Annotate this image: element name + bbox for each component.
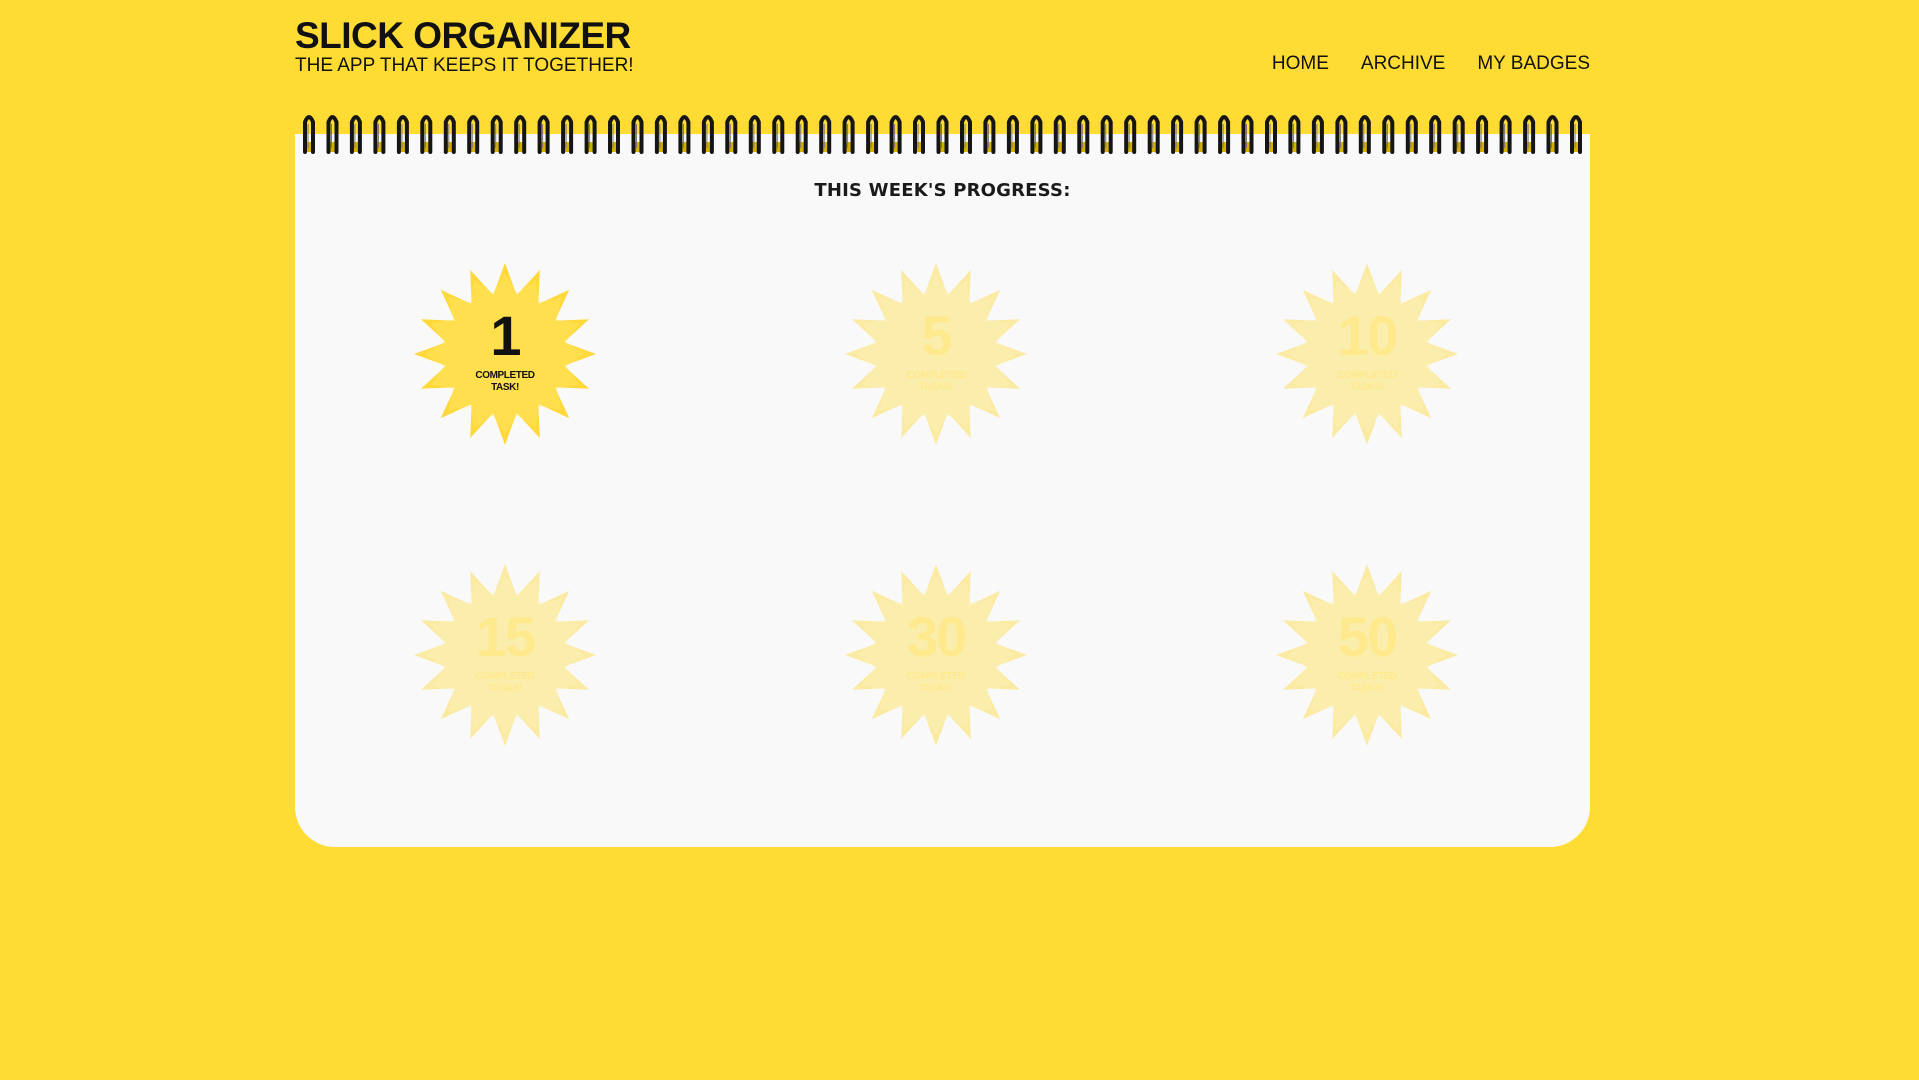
app-tagline: THE APP THAT KEEPS IT TOGETHER! xyxy=(295,55,634,76)
spiral-coil xyxy=(420,115,433,154)
spiral-coil xyxy=(1053,115,1066,154)
spiral-coil xyxy=(983,115,996,154)
spiral-coil xyxy=(1382,115,1395,154)
spiral-coil xyxy=(1311,115,1324,154)
spiral-coil xyxy=(1241,115,1254,154)
badge-caption-line2: TASKS! xyxy=(1349,683,1385,694)
spiral-coil xyxy=(748,115,761,154)
spiral-coil xyxy=(1171,115,1184,154)
page: SLICK ORGANIZER THE APP THAT KEEPS IT TO… xyxy=(0,0,1919,1080)
spiral-coil xyxy=(490,115,503,154)
spiral-coil xyxy=(537,115,550,154)
badge-caption-line2: TASKS! xyxy=(1349,382,1385,393)
badge-count: 10 xyxy=(1337,304,1398,367)
badge-count: 15 xyxy=(475,605,536,668)
badge-caption-line1: COMPLETED xyxy=(906,671,966,682)
spiral-coil xyxy=(1335,115,1348,154)
spiral-coil xyxy=(1499,115,1512,154)
spiral-coil xyxy=(678,115,691,154)
spiral-coil xyxy=(1030,115,1043,154)
badge-caption-line1: COMPLETED xyxy=(1337,370,1397,381)
spiral-coil xyxy=(396,115,409,154)
spiral-coil xyxy=(1218,115,1231,154)
spiral-coil xyxy=(1358,115,1371,154)
spiral-coil xyxy=(514,115,527,154)
badge-count: 5 xyxy=(921,304,952,367)
spiral-coil xyxy=(1147,115,1160,154)
badge-caption-line2: TASKS! xyxy=(918,382,954,393)
badge-15-tasks: 15 COMPLETED TASKS! xyxy=(413,563,597,747)
nav-archive[interactable]: ARCHIVE xyxy=(1361,52,1445,76)
spiral-coil xyxy=(1476,115,1489,154)
badge-caption-line1: COMPLETED xyxy=(475,671,535,682)
spiral-coil xyxy=(443,115,456,154)
badge-10-tasks: 10 COMPLETED TASKS! xyxy=(1275,262,1459,446)
badge-count: 1 xyxy=(490,304,521,367)
badge-caption-line2: TASKS! xyxy=(918,683,954,694)
badge-caption: COMPLETED TASKS! xyxy=(844,370,1028,394)
progress-heading: THIS WEEK'S PROGRESS: xyxy=(814,180,1071,201)
main-nav: HOME ARCHIVE MY BADGES xyxy=(1272,52,1590,76)
badge-caption: COMPLETED TASKS! xyxy=(844,671,1028,695)
badge-5-tasks: 5 COMPLETED TASKS! xyxy=(844,262,1028,446)
nav-home[interactable]: HOME xyxy=(1272,52,1329,76)
spiral-coil xyxy=(1265,115,1277,154)
badge-caption: COMPLETED TASKS! xyxy=(1275,671,1459,695)
spiral-coil xyxy=(819,115,832,154)
site-header: SLICK ORGANIZER THE APP THAT KEEPS IT TO… xyxy=(295,14,1590,84)
spiral-coil xyxy=(1429,115,1442,154)
badge-count: 30 xyxy=(906,605,967,668)
spiral-coil xyxy=(795,115,808,154)
spiral-coil xyxy=(1452,115,1465,154)
spiral-coil xyxy=(1523,115,1536,154)
spiral-coil xyxy=(1288,115,1301,154)
badge-caption: COMPLETED TASK! xyxy=(413,370,597,394)
badge-count: 50 xyxy=(1337,605,1398,668)
spiral-binding-icon xyxy=(303,115,1582,154)
spiral-coil xyxy=(373,115,386,154)
spiral-coil xyxy=(303,115,315,154)
badge-caption: COMPLETED TASKS! xyxy=(1275,370,1459,394)
spiral-coil xyxy=(725,115,738,154)
spiral-coil xyxy=(866,115,879,154)
spiral-coil xyxy=(1570,115,1582,154)
spiral-coil xyxy=(1546,115,1559,154)
badge-caption-line1: COMPLETED xyxy=(906,370,966,381)
spiral-coil xyxy=(467,115,480,154)
badge-caption-line1: COMPLETED xyxy=(1337,671,1397,682)
badge-30-tasks: 30 COMPLETED TASKS! xyxy=(844,563,1028,747)
badge-caption-line2: TASK! xyxy=(491,382,519,393)
app-title[interactable]: SLICK ORGANIZER xyxy=(295,14,631,58)
badge-caption-line1: COMPLETED xyxy=(475,370,535,381)
spiral-coil xyxy=(1124,115,1137,154)
spiral-coil xyxy=(1100,115,1113,154)
spiral-coil xyxy=(584,115,597,154)
nav-my-badges[interactable]: MY BADGES xyxy=(1477,52,1590,76)
spiral-coil xyxy=(561,115,574,154)
spiral-coil xyxy=(631,115,644,154)
spiral-coil xyxy=(889,115,902,154)
spiral-coil xyxy=(1077,115,1090,154)
notebook-panel: THIS WEEK'S PROGRESS: 1 COMPLETED TASK! … xyxy=(295,134,1590,847)
badge-1-task: 1 COMPLETED TASK! xyxy=(413,262,597,446)
spiral-coil xyxy=(349,115,362,154)
badge-caption-line2: TASKS! xyxy=(487,683,523,694)
spiral-coil xyxy=(1194,115,1207,154)
badge-50-tasks: 50 COMPLETED TASKS! xyxy=(1275,563,1459,747)
spiral-coil xyxy=(654,115,667,154)
spiral-coil xyxy=(1405,115,1418,154)
spiral-coil xyxy=(608,115,620,154)
spiral-coil xyxy=(960,115,972,154)
spiral-coil xyxy=(913,115,925,154)
spiral-coil xyxy=(936,115,949,154)
spiral-coil xyxy=(772,115,785,154)
spiral-coil xyxy=(1006,115,1019,154)
badge-caption: COMPLETED TASKS! xyxy=(413,671,597,695)
spiral-coil xyxy=(326,115,339,154)
spiral-coil xyxy=(701,115,714,154)
spiral-coil xyxy=(842,115,855,154)
